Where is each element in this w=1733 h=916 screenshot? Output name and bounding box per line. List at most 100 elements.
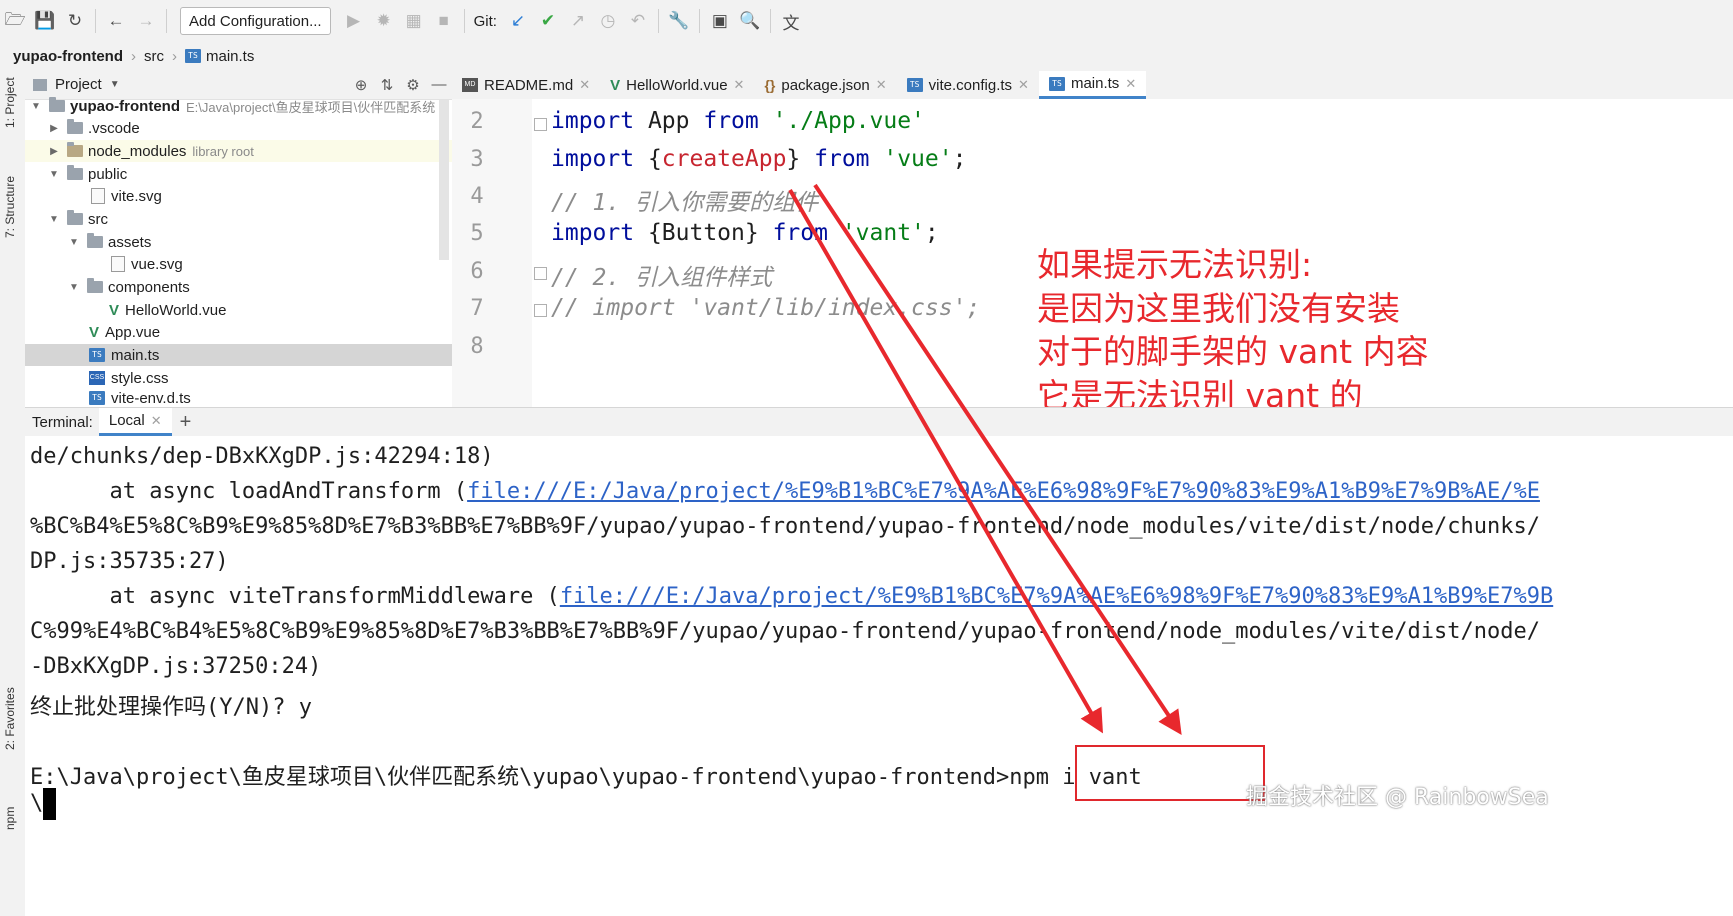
close-icon[interactable]: ✕: [151, 413, 162, 429]
line-number: 8: [470, 334, 484, 359]
tab-label: README.md: [484, 76, 574, 94]
forward-arrow-icon[interactable]: →: [131, 6, 161, 36]
git-push-icon[interactable]: ↗: [563, 6, 593, 36]
json-file-icon: {}: [764, 77, 776, 93]
svg-file-icon: [91, 188, 105, 204]
breadcrumb-project[interactable]: yupao-frontend: [13, 48, 123, 65]
collapse-all-icon[interactable]: ⇅: [374, 76, 400, 94]
file-link[interactable]: file:///E:/Java/project/%E9%B1%BC%E7%9A%…: [467, 479, 1540, 504]
structure-tool-tab[interactable]: 7: Structure: [3, 176, 17, 238]
terminal-tab-local[interactable]: Local ✕: [98, 408, 172, 436]
save-icon[interactable]: 💾: [30, 6, 60, 36]
command-highlight-box: [1075, 745, 1265, 801]
text-cursor: [43, 788, 57, 820]
expand-arrow-icon[interactable]: ▼: [67, 237, 81, 248]
locate-icon[interactable]: ⊕: [348, 76, 374, 94]
fold-marker-icon[interactable]: [534, 267, 547, 280]
folder-icon: [67, 119, 83, 134]
tree-item-src[interactable]: ▼ src: [25, 208, 452, 230]
run-icon[interactable]: ▶: [339, 6, 369, 36]
coverage-icon[interactable]: ▦: [399, 6, 429, 36]
project-panel-title[interactable]: Project: [55, 76, 102, 93]
back-arrow-icon[interactable]: ←: [101, 6, 131, 36]
collapsed-arrow-icon[interactable]: ▶: [47, 123, 61, 134]
hide-panel-icon[interactable]: —: [426, 76, 452, 93]
tree-item-node-modules[interactable]: ▶ node_modules library root: [25, 140, 452, 162]
project-scrollbar[interactable]: [439, 100, 449, 260]
expand-arrow-icon[interactable]: ▼: [47, 214, 61, 225]
tree-item-public[interactable]: ▼ public: [25, 163, 452, 185]
tree-item-main-ts[interactable]: TS main.ts: [25, 344, 452, 366]
project-panel: Project ▼ ⊕ ⇅ ⚙ — ▼ yupao-frontend E:\Ja…: [25, 70, 453, 407]
tree-item-label: node_modules: [88, 142, 187, 160]
tree-item-vscode[interactable]: ▶ .vscode: [25, 117, 452, 139]
favorites-tool-tab[interactable]: 2: Favorites: [3, 687, 17, 750]
tree-item-label: public: [88, 165, 128, 183]
tab-helloworld[interactable]: V HelloWorld.vue ✕: [600, 71, 754, 99]
terminal-line: at async loadAndTransform (file:///E:/Ja…: [30, 479, 1540, 504]
tab-readme[interactable]: MD README.md ✕: [452, 71, 600, 99]
expand-arrow-icon[interactable]: ▼: [47, 169, 61, 180]
breadcrumb-src[interactable]: src: [144, 48, 164, 65]
tab-package-json[interactable]: {} package.json ✕: [754, 71, 896, 99]
wrench-icon[interactable]: 🔧: [664, 6, 694, 36]
expand-arrow-icon[interactable]: ▼: [67, 282, 81, 293]
tree-item-label: vue.svg: [131, 255, 183, 273]
tree-item-app-vue[interactable]: V App.vue: [25, 321, 452, 343]
annotation-line: 如果提示无法识别:: [1037, 245, 1313, 284]
tree-item-vite-svg[interactable]: vite.svg: [25, 185, 452, 207]
translate-icon[interactable]: 文: [776, 6, 806, 36]
stop-icon[interactable]: ■: [429, 6, 459, 36]
project-view-icon: [33, 78, 47, 91]
sync-icon[interactable]: ↻: [60, 6, 90, 36]
git-commit-icon[interactable]: ✔: [533, 6, 563, 36]
line-number: 7: [470, 296, 484, 321]
close-icon[interactable]: ✕: [734, 77, 745, 93]
rollback-icon[interactable]: ↶: [623, 6, 653, 36]
settings-gear-icon[interactable]: ⚙: [400, 76, 426, 94]
close-icon[interactable]: ✕: [1125, 76, 1136, 92]
line-number: 4: [470, 184, 484, 209]
svg-file-icon: [111, 256, 125, 272]
tab-main-ts[interactable]: TS main.ts ✕: [1038, 71, 1147, 99]
collapsed-arrow-icon[interactable]: ▶: [47, 146, 61, 157]
folder-icon: [87, 233, 103, 248]
project-tool-tab[interactable]: 1: Project: [3, 77, 17, 128]
close-icon[interactable]: ✕: [876, 77, 887, 93]
tree-item-helloworld-vue[interactable]: V HelloWorld.vue: [25, 299, 452, 321]
terminal-prompt-line: E:\Java\project\鱼皮星球项目\伙伴匹配系统\yupao\yupa…: [30, 759, 1142, 791]
expand-arrow-icon[interactable]: ▼: [29, 101, 43, 112]
terminal-output[interactable]: de/chunks/dep-DBxKXgDP.js:42294:18) at a…: [25, 436, 1733, 916]
fold-marker-icon[interactable]: [534, 118, 547, 131]
tree-item-style-css[interactable]: CSS style.css: [25, 367, 452, 389]
tree-item-label: .vscode: [88, 119, 140, 137]
terminal-line: -DBxKXgDP.js:37250:24): [30, 654, 322, 679]
chevron-down-icon[interactable]: ▼: [110, 79, 120, 90]
folder-icon: [67, 210, 83, 225]
tree-item-vue-svg[interactable]: vue.svg: [25, 253, 452, 275]
tree-item-vite-env[interactable]: TS vite-env.d.ts: [25, 389, 452, 407]
breadcrumb-file[interactable]: TS main.ts: [185, 48, 254, 65]
history-icon[interactable]: ◷: [593, 6, 623, 36]
tree-item-root[interactable]: ▼ yupao-frontend E:\Java\project\鱼皮星球项目\…: [25, 95, 452, 117]
add-terminal-icon[interactable]: +: [180, 411, 192, 434]
fold-marker-icon[interactable]: [534, 304, 547, 317]
debug-icon[interactable]: ✹: [369, 6, 399, 36]
tree-item-assets[interactable]: ▼ assets: [25, 231, 452, 253]
folder-icon: [67, 165, 83, 180]
add-configuration-button[interactable]: Add Configuration...: [180, 7, 331, 35]
breadcrumb: yupao-frontend › src › TS main.ts: [0, 42, 1733, 71]
project-structure-icon[interactable]: ▣: [705, 6, 735, 36]
folder-icon: [67, 142, 83, 157]
tab-vite-config[interactable]: TS vite.config.ts ✕: [897, 71, 1039, 99]
file-link[interactable]: file:///E:/Java/project/%E9%B1%BC%E7%9A%…: [560, 584, 1553, 609]
code-line-5: import {Button} from 'vant';: [551, 220, 939, 246]
search-icon[interactable]: 🔍: [735, 6, 765, 36]
close-icon[interactable]: ✕: [1018, 77, 1029, 93]
close-icon[interactable]: ✕: [579, 77, 590, 93]
npm-tool-tab[interactable]: npm: [3, 807, 17, 830]
prompt-path: E:\Java\project\鱼皮星球项目\伙伴匹配系统\yupao\yupa…: [30, 765, 1010, 790]
tree-item-components[interactable]: ▼ components: [25, 276, 452, 298]
git-update-icon[interactable]: ↙: [503, 6, 533, 36]
open-folder-icon[interactable]: 🗁: [0, 6, 30, 36]
